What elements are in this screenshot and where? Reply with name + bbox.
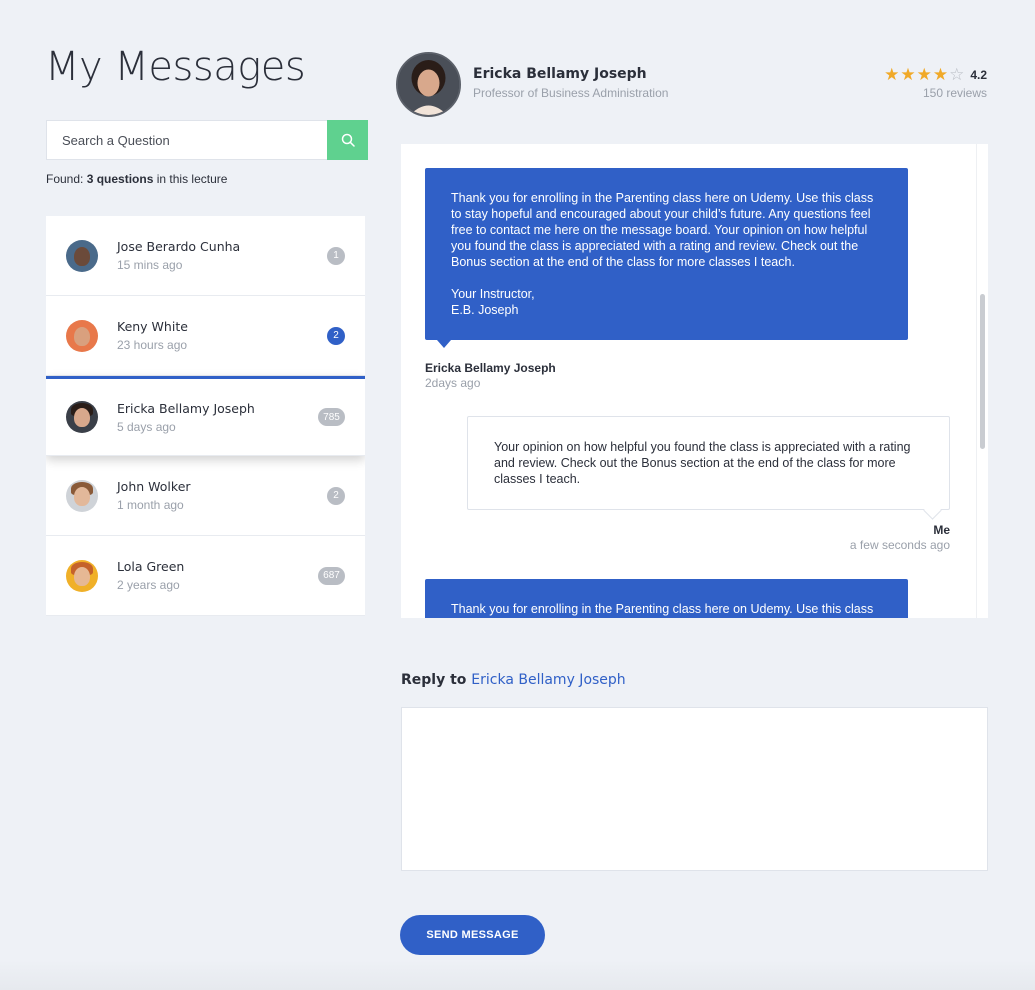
thread-time: 1 month ago [117,498,184,512]
search-icon [341,133,355,147]
search-input[interactable] [47,121,327,159]
bottom-shadow [0,960,1035,990]
search-bar [46,120,368,160]
thread-item-jose[interactable]: Jose Berardo Cunha 15 mins ago 1 [46,216,365,296]
message-text: Thank you for enrolling in the Parenting… [451,191,874,317]
message-text: Your opinion on how helpful you found th… [494,440,911,486]
rating: ★ ★ ★ ★ ☆ 4.2 [884,66,987,83]
profile-role: Professor of Business Administration [473,86,669,100]
thread-item-keny[interactable]: Keny White 23 hours ago 2 [46,296,365,376]
incoming-message-bubble: Thank you for enrolling in the Parenting… [425,579,908,618]
message-sender: Me [933,523,950,537]
message-sender: Ericka Bellamy Joseph [425,361,556,375]
thread-time: 23 hours ago [117,338,188,352]
incoming-message-bubble: Thank you for enrolling in the Parenting… [425,168,908,348]
thread-list: Jose Berardo Cunha 15 mins ago 1 Keny Wh… [46,216,365,618]
thread-name: John Wolker [117,479,191,494]
message-count-badge: 2 [327,326,345,345]
reply-label: Reply to Ericka Bellamy Joseph [401,672,626,688]
message-time: 2days ago [425,376,481,390]
conversation-panel: Thank you for enrolling in the Parenting… [401,144,988,618]
thread-time: 15 mins ago [117,258,183,272]
page-title: My Messages [45,44,306,90]
reply-recipient-link[interactable]: Ericka Bellamy Joseph [471,672,625,688]
message-count-badge: 1 [327,246,345,265]
scrollbar-thumb[interactable] [980,294,985,449]
star-empty-icon: ☆ [949,65,965,84]
thread-name: Jose Berardo Cunha [117,239,241,254]
avatar [66,559,98,592]
found-suffix: in this lecture [156,172,228,186]
reply-prefix: Reply to [401,672,467,688]
found-prefix: Found: [46,172,84,186]
thread-name: Lola Green [117,559,185,574]
rating-value: 4.2 [970,67,987,82]
thread-name: Ericka Bellamy Joseph [117,400,255,416]
thread-item-john[interactable]: John Wolker 1 month ago 2 [46,456,365,536]
thread-item-lola[interactable]: Lola Green 2 years ago 687 [46,536,365,616]
avatar [66,401,98,433]
star-filled-icon: ★ [916,65,932,84]
reply-textarea[interactable] [401,707,988,871]
scrollbar-track[interactable] [976,144,988,618]
message-count-badge: 2 [327,486,345,505]
found-count: 3 questions [86,172,154,186]
thread-time: 5 days ago [117,419,176,434]
message-count-badge: 785 [318,408,345,426]
star-filled-icon: ★ [932,65,949,84]
message-text: Thank you for enrolling in the Parenting… [451,602,874,616]
review-count: 150 reviews [922,86,987,100]
profile-avatar [396,52,461,117]
message-count-badge: 687 [318,566,345,585]
star-filled-icon: ★ [900,65,916,84]
person-icon [398,54,459,115]
thread-name: Keny White [117,319,188,334]
avatar [66,319,98,352]
avatar [66,239,98,272]
star-filled-icon: ★ [884,65,900,84]
thread-time: 2 years ago [117,578,180,592]
search-button[interactable] [327,120,368,160]
profile-name: Ericka Bellamy Joseph [473,66,647,82]
send-message-button[interactable]: SEND MESSAGE [400,915,545,955]
outgoing-message-bubble: Your opinion on how helpful you found th… [467,416,950,510]
avatar [66,479,98,512]
thread-item-ericka[interactable]: Ericka Bellamy Joseph 5 days ago 785 [46,376,365,456]
results-summary: Found: 3 questions in this lecture [46,172,227,186]
message-time: a few seconds ago [849,538,950,552]
